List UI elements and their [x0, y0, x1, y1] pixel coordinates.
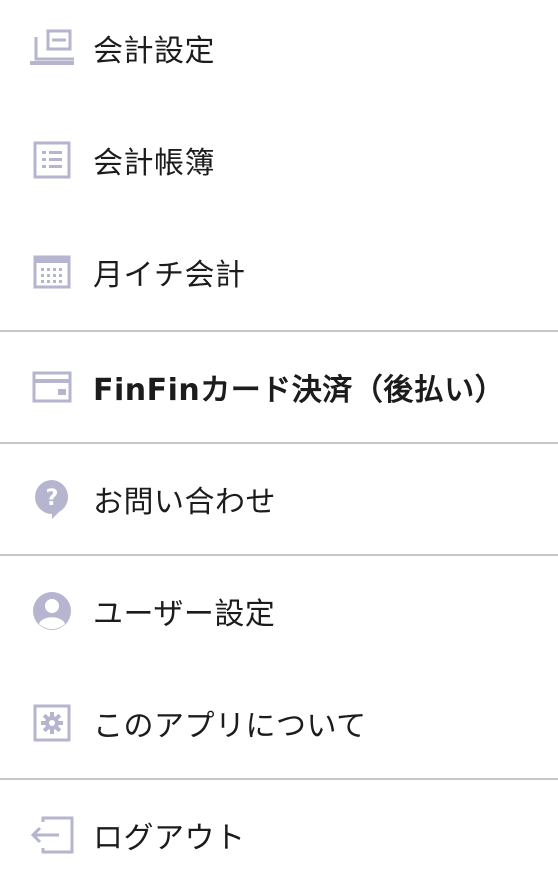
- menu-item-ledger[interactable]: 会計帳簿: [0, 104, 558, 216]
- menu-item-label: このアプリについて: [93, 709, 367, 744]
- menu-item-label: ログアウト: [93, 821, 246, 856]
- menu-item-monthly-accounting[interactable]: 月イチ会計: [0, 216, 558, 328]
- menu-item-card-payment[interactable]: FinFinカード決済（後払い）: [0, 331, 558, 443]
- menu-item-label: お問い合わせ: [93, 485, 276, 520]
- menu-item-label: 会計帳簿: [93, 146, 215, 181]
- logout-icon: [28, 811, 76, 859]
- menu-item-accounting-settings[interactable]: 会計設定: [0, 0, 558, 104]
- menu-item-label: 会計設定: [93, 34, 215, 69]
- calendar-icon: [28, 248, 76, 296]
- menu-item-user-settings[interactable]: ユーザー設定: [0, 555, 558, 667]
- app-gear-icon: [28, 699, 76, 747]
- svg-text:?: ?: [46, 486, 59, 511]
- menu-item-label: FinFinカード決済（後払い）: [93, 373, 506, 408]
- menu-item-label: 月イチ会計: [93, 258, 246, 293]
- menu-item-label: ユーザー設定: [93, 597, 276, 632]
- accounting-settings-icon: [28, 24, 76, 72]
- side-menu: 会計設定 会計帳簿 月イチ会計 FinFinカード決済（後払い） ? お問い合わ…: [0, 0, 558, 890]
- ledger-list-icon: [28, 136, 76, 184]
- card-icon: [28, 363, 76, 411]
- menu-item-contact[interactable]: ? お問い合わせ: [0, 443, 558, 555]
- question-bubble-icon: ?: [28, 475, 76, 523]
- menu-item-about-app[interactable]: このアプリについて: [0, 667, 558, 779]
- user-icon: [28, 587, 76, 635]
- menu-item-logout[interactable]: ログアウト: [0, 779, 558, 891]
